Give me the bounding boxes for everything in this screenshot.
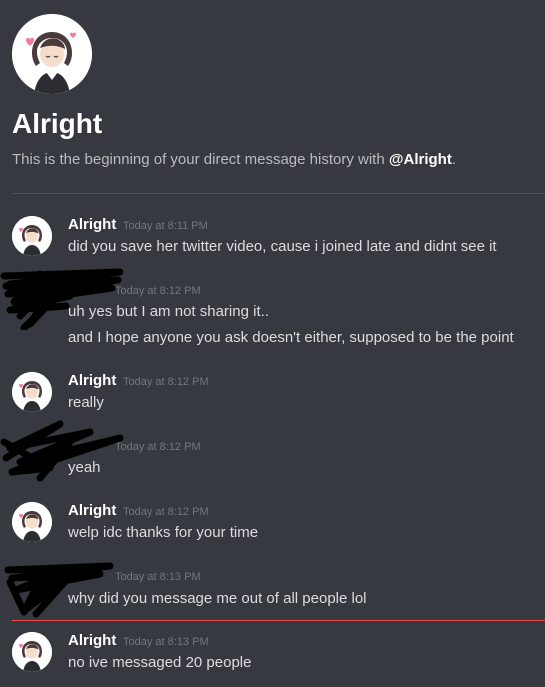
message-text: and I hope anyone you ask doesn't either… xyxy=(68,329,514,346)
message-timestamp: Today at 8:12 PM xyxy=(123,506,209,518)
anime-avatar-icon xyxy=(12,372,52,412)
redaction-scribble xyxy=(0,420,124,482)
avatar[interactable] xyxy=(12,632,52,672)
avatar[interactable] xyxy=(12,216,52,256)
anime-avatar-icon xyxy=(12,14,92,94)
history-divider xyxy=(12,193,545,194)
avatar[interactable] xyxy=(12,502,52,542)
message-author[interactable]: Alright xyxy=(68,501,116,521)
message-author[interactable]: Alright xyxy=(68,371,116,391)
intro-prefix: This is the beginning of your direct mes… xyxy=(12,151,389,168)
dm-intro-text: This is the beginning of your direct mes… xyxy=(12,150,456,170)
message-timestamp: Today at 8:11 PM xyxy=(123,220,208,232)
message-timestamp: Today at 8:12 PM xyxy=(123,376,209,388)
message-author[interactable]: Alright xyxy=(68,215,116,235)
page-title: Alright xyxy=(12,108,103,139)
redaction-scribble xyxy=(0,268,124,330)
message-text: welp idc thanks for your time xyxy=(68,524,259,541)
message-timestamp: Today at 8:13 PM xyxy=(115,571,201,583)
new-messages-divider xyxy=(12,620,545,621)
message-timestamp: Today at 8:13 PM xyxy=(123,636,209,648)
intro-suffix: . xyxy=(451,151,456,168)
message-text: really xyxy=(68,394,104,411)
intro-mention[interactable]: @Alright xyxy=(389,151,452,168)
anime-avatar-icon xyxy=(12,502,52,542)
anime-avatar-icon xyxy=(12,216,52,256)
avatar[interactable] xyxy=(12,372,52,412)
message-text: no ive messaged 20 people xyxy=(68,654,252,671)
message-author[interactable]: Alright xyxy=(68,631,116,651)
message-text: did you save her twitter video, cause i … xyxy=(68,238,497,255)
redaction-scribble xyxy=(4,562,114,618)
anime-avatar-icon xyxy=(12,632,52,672)
profile-avatar[interactable] xyxy=(12,14,92,94)
